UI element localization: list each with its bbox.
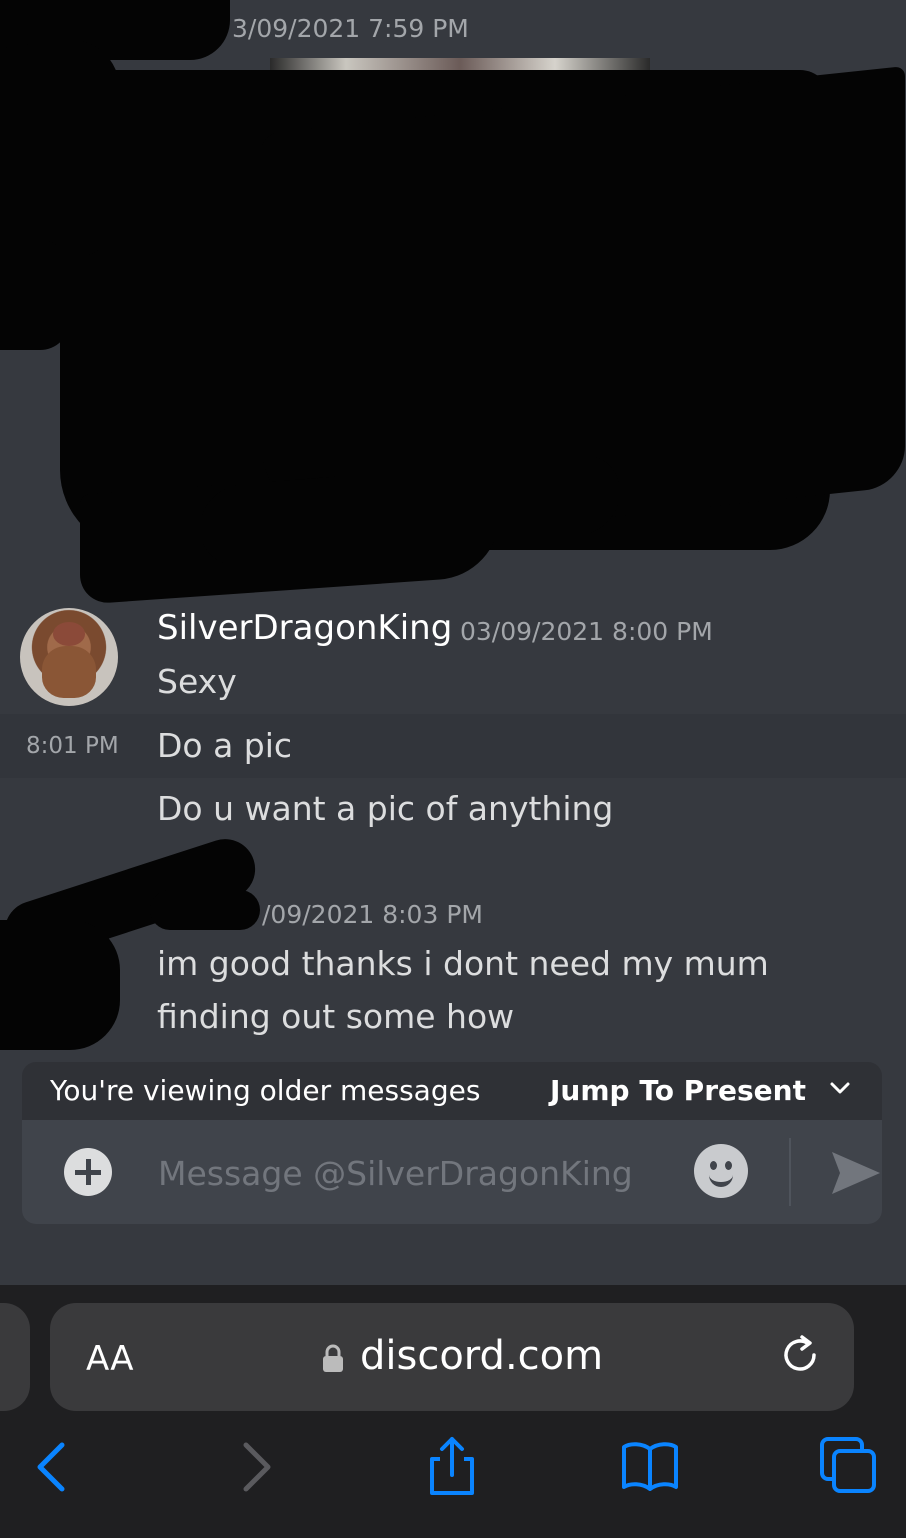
message-text: Do u want a pic of anything — [157, 789, 614, 828]
redaction-mark — [0, 920, 120, 1050]
message-text: im good thanks i dont need my mum — [157, 944, 769, 983]
divider — [789, 1138, 791, 1206]
url-text[interactable]: discord.com — [360, 1333, 603, 1379]
older-messages-bar: You're viewing older messages Jump To Pr… — [22, 1062, 882, 1124]
back-icon[interactable] — [22, 1435, 82, 1495]
bookmarks-icon[interactable] — [620, 1435, 680, 1495]
hover-timestamp: 8:01 PM — [26, 733, 119, 759]
avatar-figure — [42, 646, 96, 698]
message-composer — [22, 1120, 882, 1224]
emoji-eye — [725, 1161, 732, 1170]
forward-icon[interactable] — [226, 1435, 286, 1495]
reload-icon[interactable] — [778, 1333, 824, 1379]
username[interactable]: SilverDragonKing — [157, 608, 452, 648]
message-text: Sexy — [157, 662, 237, 701]
message-timestamp: 3/09/2021 7:59 PM — [232, 14, 469, 43]
send-icon[interactable] — [828, 1148, 884, 1198]
message-hover-row[interactable] — [0, 714, 906, 778]
message-timestamp: 03/09/2021 8:00 PM — [460, 617, 713, 646]
jump-to-present-button[interactable]: Jump To Present — [550, 1074, 806, 1107]
previous-tab-peek[interactable] — [0, 1303, 30, 1411]
user-avatar[interactable] — [20, 608, 118, 706]
message-timestamp: /09/2021 8:03 PM — [262, 900, 483, 929]
older-messages-text: You're viewing older messages — [50, 1074, 481, 1107]
add-attachment-icon[interactable] — [64, 1148, 112, 1196]
reader-settings-button[interactable]: AA — [86, 1339, 133, 1379]
emoji-icon[interactable] — [694, 1144, 748, 1198]
chevron-down-icon[interactable] — [828, 1076, 852, 1100]
chat-area: 3/09/2021 7:59 PM SilverDragonKing 03/09… — [0, 0, 906, 1285]
message-text: Do a pic — [157, 726, 293, 765]
browser-toolbar: AA discord.com — [0, 1285, 906, 1538]
avatar-face — [53, 622, 85, 646]
tabs-icon[interactable] — [818, 1435, 878, 1495]
redaction-mark — [0, 240, 70, 350]
emoji-eye — [710, 1161, 717, 1170]
redaction-mark — [0, 31, 120, 269]
emoji-mouth — [709, 1170, 733, 1187]
share-icon[interactable] — [422, 1435, 482, 1495]
message-text: finding out some how — [157, 997, 515, 1036]
message-input[interactable] — [156, 1150, 680, 1196]
address-bar[interactable]: AA discord.com — [50, 1303, 854, 1411]
redaction-mark — [150, 890, 260, 930]
lock-icon — [323, 1344, 343, 1372]
